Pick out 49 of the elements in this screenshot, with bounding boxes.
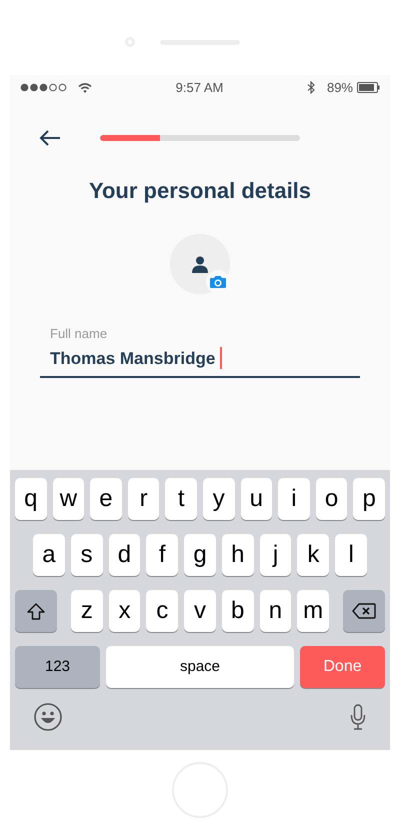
- emoji-icon[interactable]: [34, 703, 62, 731]
- signal-icon: [20, 83, 68, 92]
- wifi-icon: [78, 82, 92, 92]
- letter-key[interactable]: n: [260, 590, 292, 632]
- letter-key[interactable]: w: [52, 478, 84, 520]
- letter-key[interactable]: y: [202, 478, 235, 520]
- letter-key[interactable]: l: [335, 534, 368, 576]
- letter-key[interactable]: k: [297, 534, 330, 576]
- field-label: Full name: [50, 326, 108, 342]
- letter-key[interactable]: u: [240, 478, 272, 520]
- status-time: 9:57 AM: [176, 78, 224, 97]
- letter-key[interactable]: s: [70, 534, 103, 576]
- letter-key[interactable]: c: [146, 590, 178, 632]
- numbers-key[interactable]: 123: [15, 646, 100, 688]
- back-arrow-icon: [39, 130, 61, 146]
- microphone-icon[interactable]: [350, 704, 366, 730]
- delete-key[interactable]: [343, 590, 386, 632]
- battery-percentage: 89%: [326, 78, 353, 97]
- letter-key[interactable]: e: [90, 478, 122, 520]
- letter-key[interactable]: v: [184, 590, 216, 632]
- letter-key[interactable]: j: [260, 534, 292, 576]
- letter-key[interactable]: q: [15, 478, 47, 520]
- page-title: Your personal details: [88, 177, 312, 205]
- letter-key[interactable]: x: [108, 590, 140, 632]
- letter-key[interactable]: p: [353, 478, 385, 520]
- letter-key[interactable]: a: [33, 534, 65, 576]
- text-cursor: [220, 347, 222, 369]
- battery-icon: [357, 82, 380, 93]
- letter-key[interactable]: m: [297, 590, 330, 632]
- letter-key[interactable]: d: [108, 534, 140, 576]
- space-key[interactable]: space: [106, 646, 294, 688]
- field-value: Thomas Mansbridge: [50, 348, 216, 370]
- shift-arrow-icon: [27, 602, 45, 620]
- letter-key[interactable]: f: [146, 534, 178, 576]
- letter-key[interactable]: z: [71, 590, 103, 632]
- backspace-icon: [352, 603, 376, 619]
- letter-key[interactable]: t: [165, 478, 197, 520]
- letter-key[interactable]: g: [184, 534, 216, 576]
- full-name-field[interactable]: Thomas Mansbridge: [40, 346, 360, 378]
- letter-key[interactable]: b: [222, 590, 254, 632]
- person-icon: [192, 256, 208, 272]
- bluetooth-icon: [306, 81, 315, 94]
- letter-key[interactable]: r: [128, 478, 160, 520]
- camera-icon: [210, 276, 226, 288]
- letter-key[interactable]: o: [316, 478, 348, 520]
- shift-key[interactable]: [15, 590, 57, 632]
- back-button[interactable]: [38, 128, 62, 148]
- letter-key[interactable]: h: [222, 534, 254, 576]
- letter-key[interactable]: i: [278, 478, 310, 520]
